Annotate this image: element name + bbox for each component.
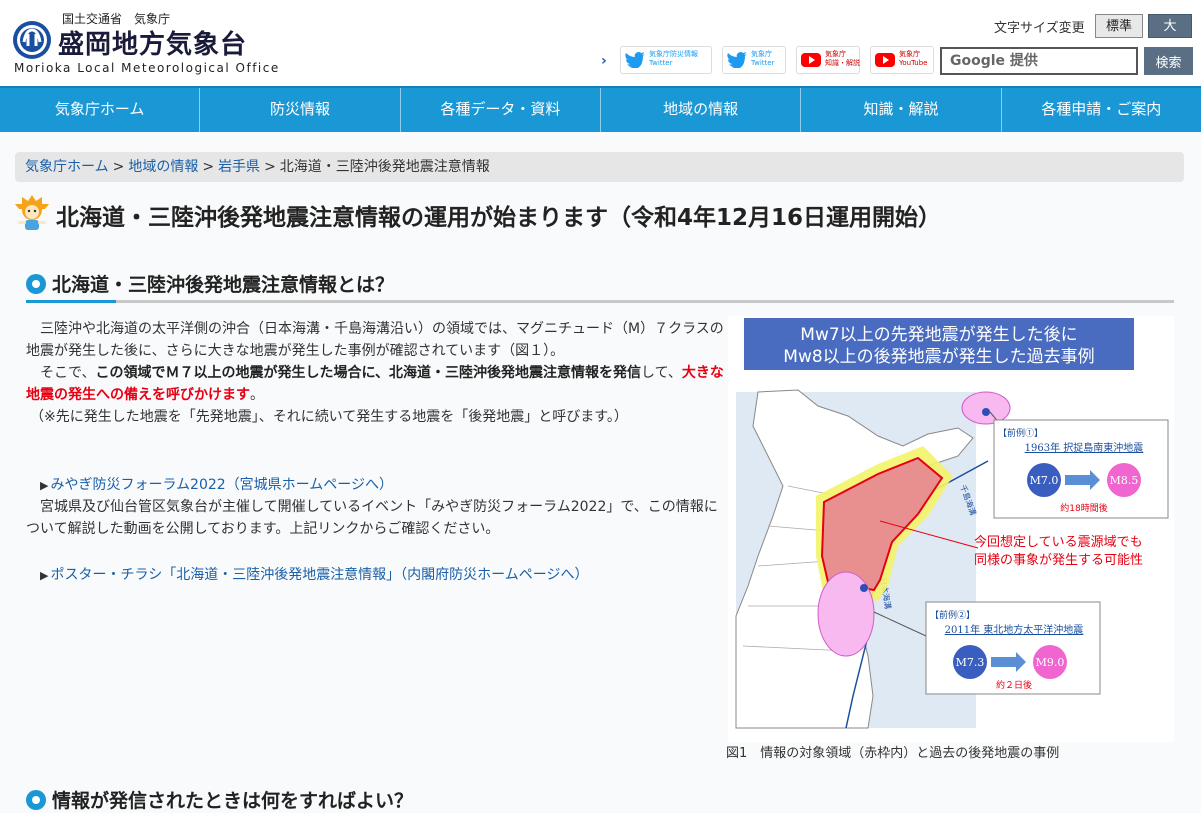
breadcrumb-link-jma-home[interactable]: 気象庁ホーム <box>25 159 109 175</box>
twitter-icon <box>625 52 645 68</box>
sns-link-youtube-knowledge[interactable]: 気象庁 知識・解説 <box>796 46 860 74</box>
case1-m1-text: M7.0 <box>1030 474 1059 487</box>
link-miyagi-forum-text: みやぎ防災フォーラム2022（宮城県ホームページへ） <box>50 477 393 493</box>
search-input[interactable] <box>940 47 1138 75</box>
section-title: 北海道・三陸沖後発地震注意情報とは？ <box>52 274 395 296</box>
breadcrumb-link-iwate[interactable]: 岩手県 <box>218 159 260 175</box>
bullet-circle-icon <box>26 274 46 294</box>
youtube-icon <box>875 53 895 67</box>
site-logo[interactable]: 国土交通省 気象庁 盛岡地方気象台 Morioka Local Meteorol… <box>6 6 278 78</box>
case2-name: 2011年 東北地方太平洋沖地震 <box>945 623 1084 636</box>
sns-link-jma-twitter[interactable]: 気象庁 Twitter <box>722 46 786 74</box>
paragraph-announcement: そこで、この領域でＭ７以上の地震が発生した場合に、北海道・三陸沖後発地震注意情報… <box>26 362 726 406</box>
section-heading: 北海道・三陸沖後発地震注意情報とは？ <box>26 270 1174 303</box>
figure-note-line1: 今回想定している震源域でも <box>974 534 1143 550</box>
chevron-right-icon: › <box>601 53 607 69</box>
figure-banner-line2: Mw8以上の後発地震が発生した過去事例 <box>783 347 1094 367</box>
link-miyagi-forum[interactable]: ▶ みやぎ防災フォーラム2022（宮城県ホームページへ） <box>40 474 393 494</box>
search-button[interactable]: 検索 <box>1144 47 1193 75</box>
sns-label-2a: 気象庁 <box>751 50 772 58</box>
nav-item-regional-info[interactable]: 地域の情報 <box>601 88 802 132</box>
case1-label: 【前例①】 <box>998 427 1043 439</box>
case1-name: 1963年 択捉島南東沖地震 <box>1025 441 1144 454</box>
case1-m2-text: M8.5 <box>1110 474 1139 487</box>
font-standard-button[interactable]: 標準 <box>1095 14 1143 38</box>
sns-label-3b: 知識・解説 <box>825 59 860 67</box>
triangle-right-icon: ▶ <box>40 569 49 582</box>
case1-interval: 約18時間後 <box>1060 502 1107 514</box>
bullet-circle-icon <box>26 790 46 810</box>
breadcrumb: 気象庁ホーム > 地域の情報 > 岩手県 > 北海道・三陸沖後発地震注意情報 <box>15 152 1184 182</box>
nav-item-disaster-info[interactable]: 防災情報 <box>200 88 401 132</box>
sns-link-youtube[interactable]: 気象庁 YouTube <box>870 46 934 74</box>
sns-link-jma-bosai-twitter[interactable]: 気象庁防災情報 Twitter <box>620 46 712 74</box>
youtube-icon <box>801 53 821 67</box>
nav-item-applications[interactable]: 各種申請・ご案内 <box>1002 88 1201 132</box>
breadcrumb-separator: > <box>264 159 276 175</box>
site-header: 国土交通省 気象庁 盛岡地方気象台 Morioka Local Meteorol… <box>0 0 1201 86</box>
figure-caption: 図1 情報の対象領域（赤枠内）と過去の後発地震の事例 <box>726 746 1060 761</box>
link-poster-flyer-text: ポスター・チラシ「北海道・三陸沖後発地震注意情報」（内閣府防災ホームページへ） <box>50 567 589 583</box>
p2-text-bold: この領域でＭ７以上の地震が発生した場合に、北海道・三陸沖後発地震注意情報を発信 <box>95 365 642 381</box>
paragraph-intro: 三陸沖や北海道の太平洋側の沖合（日本海溝・千島海溝沿い）の領域では、マグニチュー… <box>26 321 724 359</box>
sns-label-1b: Twitter <box>649 59 673 67</box>
figure-note-line2: 同様の事象が発生する可能性 <box>974 553 1143 568</box>
nav-item-jma-home[interactable]: 気象庁ホーム <box>0 88 201 132</box>
paragraph-forum: 宮城県及び仙台管区気象台が主催して開催しているイベント「みやぎ防災フォーラム20… <box>26 499 718 537</box>
office-name-jp: 盛岡地方気象台 <box>58 30 248 60</box>
sns-label-4b: YouTube <box>899 59 928 67</box>
case2-m2-text: M9.0 <box>1036 656 1065 669</box>
sns-label-2b: Twitter <box>751 59 775 67</box>
p2-text-pre: そこで、 <box>26 365 96 381</box>
font-large-button[interactable]: 大 <box>1148 14 1192 38</box>
sns-label-1a: 気象庁防災情報 <box>649 50 698 58</box>
paragraph-note: （※先に発生した地震を「先発地震」、それに続いて発生する地震を「後発地震」と呼び… <box>30 409 628 425</box>
case2-label: 【前例②】 <box>930 609 975 621</box>
breadcrumb-current: 北海道・三陸沖後発地震注意情報 <box>279 159 490 175</box>
figure-map: Mw7以上の先発地震が発生した後に Mw8以上の後発地震が発生した過去事例 千島… <box>728 316 1174 742</box>
triangle-right-icon: ▶ <box>40 479 49 492</box>
section-title-2: 情報が発信されたときは何をすればよい？ <box>52 790 414 812</box>
mascot-icon <box>15 195 49 230</box>
breadcrumb-separator: > <box>202 159 215 175</box>
case2-m1-text: M7.3 <box>956 656 985 669</box>
twitter-icon <box>727 52 747 68</box>
nav-item-data[interactable]: 各種データ・資料 <box>401 88 601 132</box>
office-name-en: Morioka Local Meteorological Office <box>14 61 280 75</box>
p2-text-post: 。 <box>250 387 264 403</box>
global-nav: 気象庁ホーム 防災情報 各種データ・資料 地域の情報 知識・解説 各種申請・ご案… <box>0 86 1201 132</box>
link-poster-flyer[interactable]: ▶ ポスター・チラシ「北海道・三陸沖後発地震注意情報」（内閣府防災ホームページへ） <box>40 564 589 584</box>
breadcrumb-link-regional[interactable]: 地域の情報 <box>128 159 198 175</box>
section-heading-2: 情報が発信されたときは何をすればよい？ <box>26 786 626 812</box>
case2-interval: 約２日後 <box>996 679 1032 691</box>
breadcrumb-separator: > <box>112 159 125 175</box>
font-size-label: 文字サイズ変更 <box>994 21 1085 36</box>
jma-logo-icon <box>13 21 51 59</box>
page-title: 北海道・三陸沖後発地震注意情報の運用が始まります（令和4年12月16日運用開始） <box>56 205 942 231</box>
sns-label-3a: 気象庁 <box>825 50 846 58</box>
p2-text-mid: して、 <box>641 365 682 381</box>
nav-item-knowledge[interactable]: 知識・解説 <box>801 88 1002 132</box>
sns-label-4a: 気象庁 <box>899 50 920 58</box>
figure-banner-line1: Mw7以上の先発地震が発生した後に <box>800 325 1077 345</box>
